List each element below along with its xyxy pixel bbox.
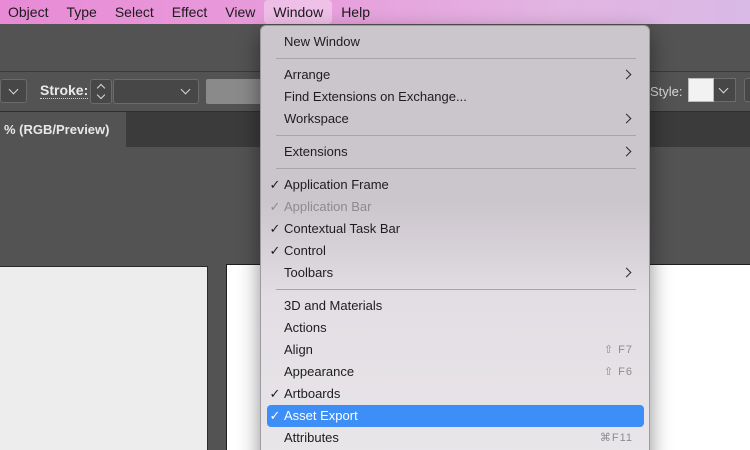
chevron-down-icon [718,83,729,94]
menu-item-label: Find Extensions on Exchange... [284,89,467,104]
menu-item-label: Actions [284,320,327,335]
checkmark-icon: ✓ [269,386,281,401]
menu-separator [276,135,636,136]
fill-dropdown[interactable] [0,79,27,103]
submenu-arrow-icon [621,267,632,278]
menu-item-appearance[interactable]: Appearance ⇧ F6 [267,361,644,383]
style-label: Style: [650,84,683,99]
keyboard-shortcut: ⇧ F6 [603,366,633,378]
checkmark-icon: ✓ [269,221,281,236]
checkmark-icon: ✓ [269,243,281,258]
checkmark-icon: ✓ [269,408,281,423]
checkmark-icon: ✓ [269,177,281,192]
menu-item-application-bar: ✓ Application Bar [267,196,644,218]
menu-item-asset-export[interactable]: ✓ Asset Export [267,405,644,427]
submenu-arrow-icon [621,146,632,157]
menu-separator [276,289,636,290]
keyboard-shortcut: ⇧ F7 [603,344,633,356]
menu-item-align[interactable]: Align ⇧ F7 [267,339,644,361]
menu-item-extensions[interactable]: Extensions [267,141,644,163]
menu-item-new-window[interactable]: New Window [267,31,644,53]
menu-item-label: Arrange [284,67,331,82]
menu-item-workspace[interactable]: Workspace [267,108,644,130]
menu-item-actions[interactable]: Actions [267,317,644,339]
menu-item-label: Application Bar [284,199,372,214]
stroke-label[interactable]: Stroke: [40,82,89,99]
menu-item-control[interactable]: ✓ Control [267,240,644,262]
checkmark-icon: ✓ [269,199,281,214]
submenu-arrow-icon [621,69,632,80]
menu-item-label: Appearance [284,364,355,379]
menu-item-toolbars[interactable]: Toolbars [267,262,644,284]
menu-item-label: Artboards [284,386,341,401]
menu-item-attributes[interactable]: Attributes ⌘F11 [267,427,644,449]
stroke-weight-input[interactable] [113,79,199,104]
graphic-style-dropdown[interactable] [714,78,736,102]
menu-item-label: Extensions [284,144,348,159]
chevron-down-icon [96,90,106,100]
variable-width-profile[interactable] [206,79,266,104]
menu-item-label: 3D and Materials [284,298,383,313]
control-panel-button[interactable] [744,78,750,102]
menu-item-label: Toolbars [284,265,334,280]
menu-item-label: New Window [284,34,360,49]
menu-type[interactable]: Type [57,0,105,24]
menu-item-artboards[interactable]: ✓ Artboards [267,383,644,405]
submenu-arrow-icon [621,113,632,124]
menu-item-arrange[interactable]: Arrange [267,64,644,86]
menu-item-find-extensions[interactable]: Find Extensions on Exchange... [267,86,644,108]
menu-item-3d-and-materials[interactable]: 3D and Materials [267,295,644,317]
chevron-down-icon [180,84,191,95]
menu-item-label: Application Frame [284,177,389,192]
menu-item-label: Asset Export [284,408,358,423]
menu-item-contextual-task-bar[interactable]: ✓ Contextual Task Bar [267,218,644,240]
menu-separator [276,58,636,59]
window-menu-dropdown: New Window Arrange Find Extensions on Ex… [260,25,650,450]
menu-separator [276,168,636,169]
menu-item-label: Attributes [284,430,339,445]
stroke-weight-stepper[interactable] [90,79,112,104]
graphic-style-swatch[interactable] [688,78,714,102]
menu-view[interactable]: View [216,0,264,24]
menu-select[interactable]: Select [106,0,163,24]
menu-item-label: Align [284,342,313,357]
chevron-down-icon [8,84,19,95]
keyboard-shortcut: ⌘F11 [599,432,633,444]
menu-item-label: Contextual Task Bar [284,221,401,236]
menu-object[interactable]: Object [0,0,57,24]
menu-bar: Object Type Select Effect View Window He… [0,0,750,24]
menu-window[interactable]: Window [264,0,333,24]
menu-help[interactable]: Help [332,0,379,24]
document-tab[interactable]: % (RGB/Preview) [0,112,126,147]
menu-item-application-frame[interactable]: ✓ Application Frame [267,174,644,196]
menu-effect[interactable]: Effect [163,0,217,24]
menu-item-label: Control [284,243,326,258]
artboard[interactable] [0,266,208,450]
menu-item-label: Workspace [284,111,349,126]
